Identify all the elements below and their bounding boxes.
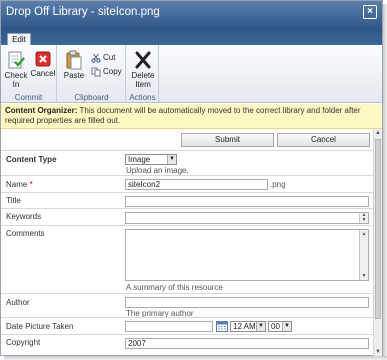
chevron-down-icon: ▼ <box>167 155 176 164</box>
cancel-ribbon-button[interactable]: Cancel <box>30 50 56 78</box>
content-type-label: Content Type <box>6 155 57 164</box>
actions-group-label: Actions <box>129 93 156 102</box>
ribbon-group-clipboard: Paste Cut Copy Clipboard <box>58 45 126 103</box>
notice-heading: Content Organizer: <box>5 106 78 115</box>
delete-icon <box>135 51 151 69</box>
keywords-row: Keywords ▲ ▼ <box>1 208 373 225</box>
scroll-down-icon[interactable]: ▼ <box>360 272 368 280</box>
clipboard-group-label: Clipboard <box>74 93 109 102</box>
content-type-hint: Upload an image. <box>126 166 189 175</box>
delete-item-label: Delete Item <box>131 71 155 89</box>
keywords-input[interactable]: ▲ ▼ <box>125 212 369 224</box>
copy-label: Copy <box>103 67 122 76</box>
required-mark: * <box>29 180 33 189</box>
paste-button[interactable]: Paste <box>61 50 87 80</box>
ribbon-group-actions: Delete Item Actions <box>127 45 159 103</box>
tab-edit[interactable]: Edit <box>7 33 31 45</box>
content-type-value: Image <box>128 155 151 164</box>
cancel-button[interactable]: Cancel <box>277 133 370 147</box>
cut-button[interactable]: Cut <box>91 52 115 63</box>
name-row: Name * siteIcon2 .png <box>1 175 373 192</box>
copy-icon <box>91 67 101 77</box>
scissors-icon <box>91 53 101 63</box>
form-scrollbar[interactable]: ▲ ▼ <box>373 129 382 357</box>
content-type-row: Content Type Image ▼ Upload an image. <box>1 150 373 175</box>
hour-value: 12 AM <box>233 322 256 331</box>
name-label: Name * <box>6 180 33 189</box>
commit-group-label: Commit <box>14 93 43 102</box>
scrollbar-thumb[interactable] <box>375 139 381 319</box>
keywords-label: Keywords <box>6 212 42 221</box>
comments-textarea[interactable]: ▲ ▼ <box>125 229 369 281</box>
cancel-ribbon-label: Cancel <box>30 69 56 78</box>
author-input[interactable] <box>125 297 369 308</box>
comments-row: Comments ▲ ▼ A summary of this resource <box>1 225 373 293</box>
copyright-row: Copyright 2007 <box>1 334 373 357</box>
copyright-input[interactable]: 2007 <box>125 338 369 349</box>
comments-scrollbar[interactable]: ▲ ▼ <box>359 230 368 280</box>
cancel-icon <box>35 51 51 67</box>
copyright-label: Copyright <box>6 338 41 347</box>
paste-icon <box>66 50 82 70</box>
paste-label: Paste <box>63 71 85 80</box>
window-shadow <box>4 356 387 360</box>
scroll-up-icon[interactable]: ▲ <box>374 129 382 138</box>
scroll-up-icon[interactable]: ▲ <box>360 230 368 238</box>
date-picture-taken-row: Date Picture Taken 12 AM ▼ 00 ▼ <box>1 317 373 334</box>
check-in-icon <box>8 51 25 69</box>
ribbon: Check In Cancel Commit Paste Cut Copy Cl… <box>1 45 382 103</box>
name-label-text: Name <box>6 180 28 189</box>
title-label: Title <box>6 196 21 205</box>
comments-label: Comments <box>6 229 45 238</box>
title-row: Title <box>1 192 373 208</box>
check-in-button[interactable]: Check In <box>4 50 28 89</box>
hour-select[interactable]: 12 AM ▼ <box>230 321 266 332</box>
author-row: Author The primary author <box>1 293 373 318</box>
delete-item-button[interactable]: Delete Item <box>128 50 158 89</box>
check-in-label: Check In <box>4 71 28 89</box>
date-input[interactable] <box>125 321 213 332</box>
minute-select[interactable]: 00 ▼ <box>268 321 292 332</box>
minute-value: 00 <box>271 322 280 331</box>
ribbon-tab-strip: Edit <box>1 29 382 45</box>
calendar-icon[interactable] <box>216 321 228 332</box>
ribbon-group-commit: Check In Cancel Commit <box>1 45 57 103</box>
close-icon[interactable]: × <box>363 5 377 19</box>
window-shadow <box>383 4 387 358</box>
content-organizer-notice: Content Organizer: This document will be… <box>1 104 382 129</box>
cut-label: Cut <box>103 53 116 62</box>
keywords-scrollbar[interactable]: ▲ ▼ <box>359 213 368 223</box>
name-extension: .png <box>270 180 286 189</box>
copy-button[interactable]: Copy <box>91 66 122 77</box>
chevron-down-icon: ▼ <box>256 322 265 331</box>
name-input[interactable]: siteIcon2 <box>125 179 268 190</box>
date-picture-taken-label: Date Picture Taken <box>6 322 74 331</box>
dialog-window: Drop Off Library - siteIcon.png × Edit C… <box>0 0 383 357</box>
chevron-down-icon: ▼ <box>282 322 291 331</box>
form-area: Submit Cancel Content Type Image ▼ Uploa… <box>1 129 373 357</box>
submit-button[interactable]: Submit <box>181 133 274 147</box>
comments-hint: A summary of this resource <box>126 283 223 292</box>
content-type-select[interactable]: Image ▼ <box>125 154 177 165</box>
title-input[interactable] <box>125 196 369 207</box>
author-label: Author <box>6 298 30 307</box>
title-bar: Drop Off Library - siteIcon.png × <box>1 1 382 29</box>
dialog-title: Drop Off Library - siteIcon.png <box>6 6 160 18</box>
